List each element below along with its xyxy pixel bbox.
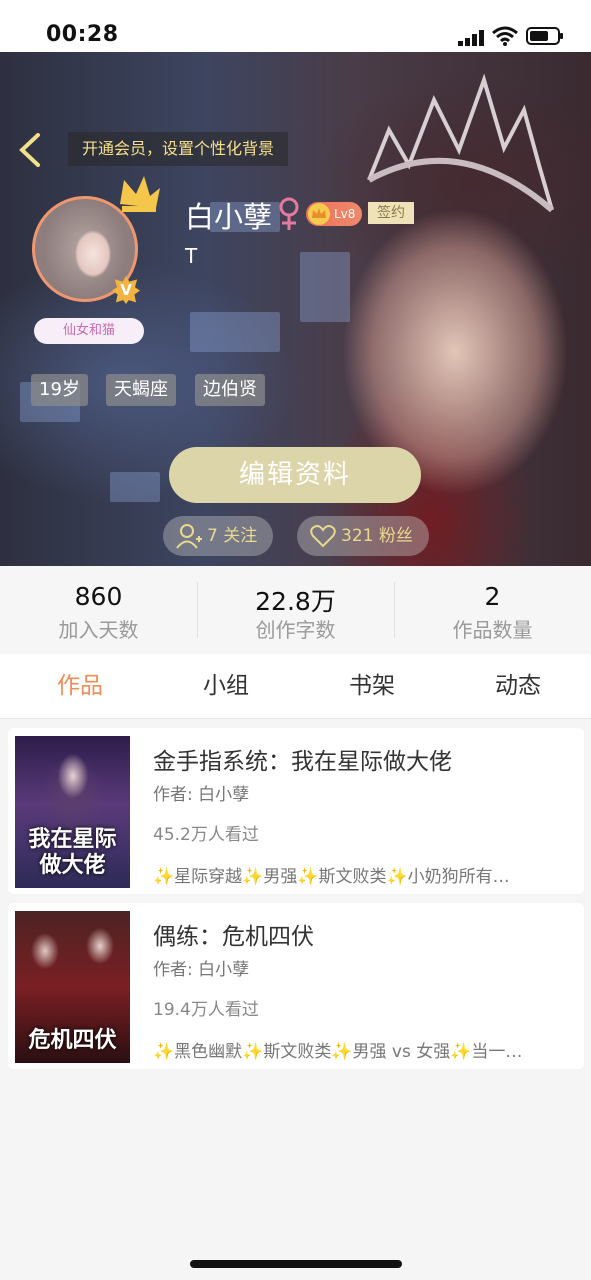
cover-title: 我在星际做大佬 [28,826,117,878]
tag-idol: 边伯贤 [195,374,265,406]
edit-profile-button[interactable]: 编辑资料 [169,447,421,503]
stat-word-count: 22.8万 创作字数 [197,566,394,654]
cover-title: 危机四伏 [28,1027,117,1053]
background-decoration [110,472,160,502]
stats-bar: 860 加入天数 22.8万 创作字数 2 作品数量 [0,566,591,654]
crown-icon [308,203,330,225]
stat-join-days: 860 加入天数 [0,566,197,654]
member-background-tip[interactable]: 开通会员，设置个性化背景 [68,132,289,166]
back-arrow-icon[interactable] [14,132,44,168]
background-decoration [190,312,280,352]
book-title[interactable]: 金手指系统：我在星际做大佬 [153,742,452,776]
add-user-icon [176,524,202,549]
signed-badge: 签约 [368,202,414,224]
heart-icon [310,525,336,548]
tag-age: 19岁 [31,374,88,406]
following-button[interactable]: 7 关注 [163,516,273,556]
book-cover[interactable]: 危机四伏 [15,911,130,1063]
book-tags: ✨星际穿越✨男强✨斯文败类✨小奶狗所有… [153,867,510,887]
book-cover[interactable]: 我在星际做大佬 [15,736,130,888]
tag-zodiac: 天蝎座 [106,374,176,406]
battery-icon [526,27,563,45]
followers-count: 321 粉丝 [341,526,413,546]
tiara-decoration [367,73,554,213]
profile-tabs: 作品 小组 书架 动态 [0,654,591,719]
profile-header: 开通会员，设置个性化背景 V 仙女和猫 白小孽 Lv8 签约 T 19岁 天蝎座… [0,52,591,566]
tab-bookshelf[interactable]: 书架 [322,654,422,718]
home-indicator[interactable] [190,1260,402,1268]
verified-badge: V [112,276,140,304]
female-icon [279,197,299,230]
stat-works-count: 2 作品数量 [394,566,591,654]
list-item[interactable]: 危机四伏 偶练：危机四伏 作者: 白小孽 19.4万人看过 ✨黑色幽默✨斯文败类… [8,903,584,1069]
wifi-icon [492,26,518,46]
stat-value: 22.8万 [255,587,336,616]
tab-groups[interactable]: 小组 [176,654,276,718]
status-time: 00:28 [46,22,119,47]
status-bar: 00:28 [0,0,591,52]
tab-works[interactable]: 作品 [30,654,130,718]
book-title[interactable]: 偶练：危机四伏 [153,917,314,951]
background-decoration [300,252,350,322]
signal-icon [458,30,484,46]
level-badge: Lv8 [306,202,362,226]
nickname-badge: 仙女和猫 [34,318,144,344]
list-item[interactable]: 我在星际做大佬 金手指系统：我在星际做大佬 作者: 白小孽 45.2万人看过 ✨… [8,728,584,894]
following-count: 7 关注 [207,526,258,546]
stat-label: 创作字数 [255,618,336,642]
stat-value: 860 [74,582,123,611]
stat-value: 2 [484,582,501,611]
username: 白小孽 [185,200,273,234]
stat-label: 加入天数 [58,618,139,642]
book-author: 作者: 白小孽 [153,960,250,980]
book-tags: ✨黑色幽默✨斯文败类✨男强 vs 女强✨当一… [153,1042,523,1062]
tab-activity[interactable]: 动态 [468,654,568,718]
crown-icon [120,176,160,212]
book-views: 19.4万人看过 [153,1000,259,1020]
bio-text: T [185,244,198,268]
level-text: Lv8 [334,207,356,221]
book-author: 作者: 白小孽 [153,785,250,805]
book-views: 45.2万人看过 [153,825,259,845]
followers-button[interactable]: 321 粉丝 [297,516,429,556]
stat-label: 作品数量 [452,618,533,642]
